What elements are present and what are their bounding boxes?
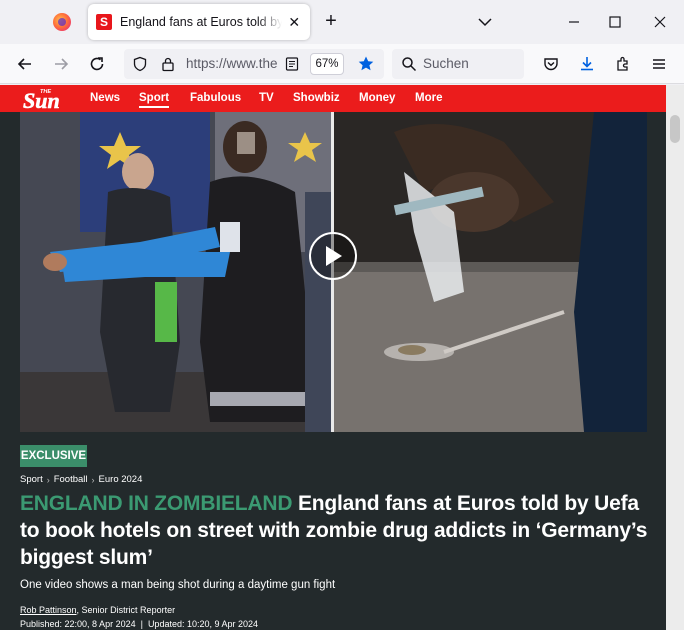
play-icon[interactable] [309,232,357,280]
breadcrumb-euro-2024[interactable]: Euro 2024 [99,474,143,485]
minimize-icon[interactable] [562,10,586,34]
nav-sport[interactable]: Sport [139,92,170,108]
nav-news[interactable]: News [90,92,120,104]
video-still-drugs [334,112,647,432]
url-bar[interactable]: https://www.thesun.co.uk 67% [124,49,384,79]
video-still-street [20,112,331,432]
url-text: https://www.thesun.co.uk [186,56,278,71]
breadcrumb-sport[interactable]: Sport [20,474,43,485]
svg-text:Sun: Sun [23,88,60,111]
maximize-icon[interactable] [603,10,627,34]
extensions-icon[interactable] [611,52,635,76]
bookmark-star-icon[interactable] [357,55,375,78]
new-tab-plus-icon[interactable]: + [320,10,342,32]
firefox-icon [53,13,71,31]
lock-icon[interactable] [160,56,176,77]
author-link[interactable]: Rob Pattinson [20,605,77,615]
active-tab[interactable]: S England fans at Euros told by Uefa to … [88,4,310,40]
breadcrumb: Sport › Football › Euro 2024 [20,474,142,485]
the-sun-logo[interactable]: THE Sun [22,87,80,114]
published-date: Published: 22:00, 8 Apr 2024 [20,619,136,629]
pinned-tab-firefox[interactable] [44,4,80,40]
breadcrumb-football[interactable]: Football [54,474,88,485]
article-standfirst: One video shows a man being shot during … [20,579,336,591]
exclusive-badge: EXCLUSIVE [20,445,87,467]
tab-bar: S England fans at Euros told by Uefa to … [0,0,684,44]
tab-title: England fans at Euros told by Uefa to bo… [120,15,283,29]
search-bar[interactable]: Suchen [392,49,524,79]
updated-date: Updated: 10:20, 9 Apr 2024 [147,619,259,629]
zoom-level-button[interactable]: 67% [310,53,344,75]
reader-view-icon[interactable] [284,56,300,77]
nav-fabulous[interactable]: Fabulous [190,92,241,104]
hamburger-menu-icon[interactable] [647,52,671,76]
search-placeholder: Suchen [423,56,469,71]
article-headline: ENGLAND IN ZOMBIELAND England fans at Eu… [20,490,650,571]
downloads-icon[interactable] [575,52,599,76]
reload-icon[interactable] [85,52,109,76]
chevron-right-icon: › [91,474,95,485]
nav-more[interactable]: More [415,92,442,104]
chevron-right-icon: › [46,474,50,485]
hero-video[interactable] [20,112,647,432]
nav-showbiz[interactable]: Showbiz [293,92,340,104]
sun-favicon-icon: S [96,14,112,30]
nav-money[interactable]: Money [359,92,395,104]
author-role: , Senior District Reporter [76,605,176,615]
back-arrow-icon[interactable] [13,52,37,76]
site-header: THE Sun News Sport Fabulous TV Showbiz M… [0,85,666,114]
close-window-icon[interactable] [648,10,672,34]
scrollbar-thumb[interactable] [670,115,680,143]
page-scrollbar[interactable] [666,85,684,630]
forward-arrow-icon[interactable] [49,52,73,76]
headline-kicker: ENGLAND IN ZOMBIELAND [20,492,293,515]
nav-tv[interactable]: TV [259,92,274,104]
tab-list-chevron-icon[interactable] [475,12,495,32]
pocket-icon[interactable] [539,52,563,76]
tab-close-icon[interactable]: ✕ [286,14,302,30]
byline: Rob Pattinson, Senior District Reporter [20,605,175,615]
tracking-shield-icon[interactable] [132,56,148,77]
publish-dates: Published: 22:00, 8 Apr 2024 | Updated: … [20,619,259,629]
web-page: THE Sun News Sport Fabulous TV Showbiz M… [0,85,684,630]
search-icon [401,56,417,77]
navigation-toolbar: https://www.thesun.co.uk 67% Suchen [0,44,684,84]
